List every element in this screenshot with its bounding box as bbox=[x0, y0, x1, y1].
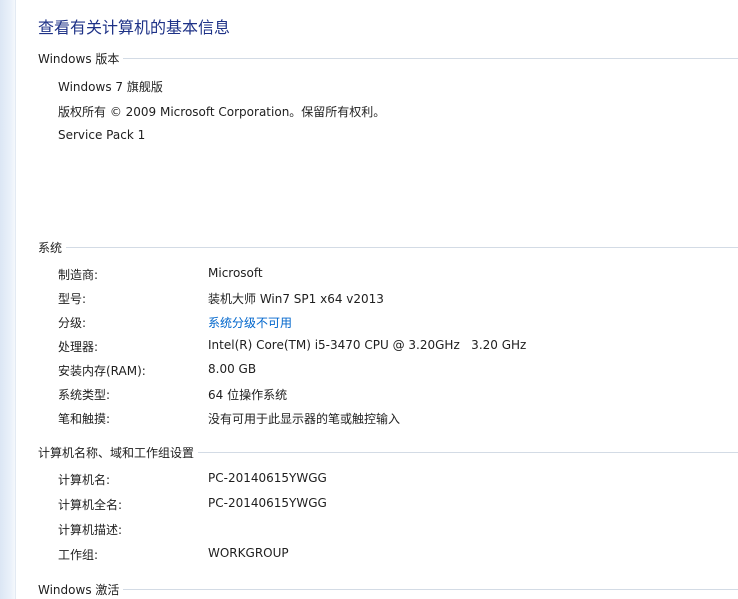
computer-row-workgroup: 工作组: WORKGROUP bbox=[58, 546, 738, 564]
row-label: 制造商: bbox=[58, 268, 99, 282]
row-value: Microsoft bbox=[208, 266, 263, 280]
left-navigation-strip bbox=[0, 0, 16, 599]
system-row-model: 型号: 装机大师 Win7 SP1 x64 v2013 bbox=[58, 290, 738, 308]
row-value: 装机大师 Win7 SP1 x64 v2013 bbox=[208, 292, 384, 306]
computer-row-name: 计算机名: PC-20140615YWGG bbox=[58, 471, 738, 489]
row-value: 64 位操作系统 bbox=[208, 388, 288, 402]
section-title: Windows 激活 bbox=[38, 581, 124, 598]
service-pack: Service Pack 1 bbox=[58, 128, 146, 142]
row-label: 计算机名: bbox=[58, 473, 111, 487]
system-row-pen-touch: 笔和触摸: 没有可用于此显示器的笔或触控输入 bbox=[58, 410, 738, 428]
row-label: 系统类型: bbox=[58, 388, 111, 402]
section-header-windows-edition: Windows 版本 bbox=[38, 50, 738, 68]
row-label: 安装内存(RAM): bbox=[58, 364, 146, 378]
copyright-text: 版权所有 © 2009 Microsoft Corporation。保留所有权利… bbox=[58, 105, 386, 119]
system-row-system-type: 系统类型: 64 位操作系统 bbox=[58, 386, 738, 404]
section-title: 计算机名称、域和工作组设置 bbox=[38, 444, 199, 461]
row-label: 笔和触摸: bbox=[58, 412, 111, 426]
page-title: 查看有关计算机的基本信息 bbox=[38, 18, 231, 37]
edition-name: Windows 7 旗舰版 bbox=[58, 80, 163, 94]
row-value: 8.00 GB bbox=[208, 362, 257, 376]
row-label: 处理器: bbox=[58, 340, 99, 354]
system-row-ram: 安装内存(RAM): 8.00 GB bbox=[58, 362, 738, 380]
system-row-rating: 分级: 系统分级不可用 bbox=[58, 314, 738, 332]
computer-row-description: 计算机描述: bbox=[58, 521, 738, 539]
system-row-manufacturer: 制造商: Microsoft bbox=[58, 266, 738, 284]
section-title: 系统 bbox=[38, 239, 67, 256]
row-label: 计算机全名: bbox=[58, 498, 123, 512]
section-divider bbox=[38, 247, 738, 248]
rating-link[interactable]: 系统分级不可用 bbox=[208, 314, 292, 331]
section-header-activation: Windows 激活 bbox=[38, 581, 738, 599]
section-divider bbox=[38, 58, 738, 59]
row-label: 工作组: bbox=[58, 548, 99, 562]
section-title: Windows 版本 bbox=[38, 50, 124, 67]
row-value: PC-20140615YWGG bbox=[208, 496, 327, 510]
system-row-processor: 处理器: Intel(R) Core(TM) i5-3470 CPU @ 3.2… bbox=[58, 338, 738, 356]
row-value: PC-20140615YWGG bbox=[208, 471, 327, 485]
row-label: 型号: bbox=[58, 292, 87, 306]
section-header-system: 系统 bbox=[38, 239, 738, 257]
row-value: Intel(R) Core(TM) i5-3470 CPU @ 3.20GHz … bbox=[208, 338, 527, 352]
computer-row-full-name: 计算机全名: PC-20140615YWGG bbox=[58, 496, 738, 514]
row-label: 分级: bbox=[58, 316, 87, 330]
row-value: WORKGROUP bbox=[208, 546, 289, 560]
section-divider bbox=[38, 589, 738, 590]
row-value: 没有可用于此显示器的笔或触控输入 bbox=[208, 412, 401, 426]
row-label: 计算机描述: bbox=[58, 523, 123, 537]
section-header-computer-name: 计算机名称、域和工作组设置 bbox=[38, 444, 738, 462]
